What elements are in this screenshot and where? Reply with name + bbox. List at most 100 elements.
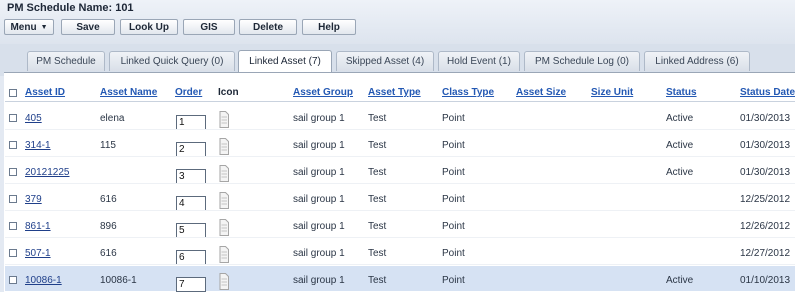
asset-id-cell[interactable]: 507-1	[25, 248, 51, 259]
asset-type-cell: Test	[368, 140, 387, 151]
asset-id-cell[interactable]: 379	[25, 194, 42, 205]
column-header-status[interactable]: Status	[666, 87, 697, 98]
menu-button[interactable]: Menu ▼	[4, 19, 54, 35]
asset-type-cell: Test	[368, 221, 387, 232]
chevron-down-icon: ▼	[40, 23, 48, 31]
row-checkbox[interactable]	[9, 141, 17, 149]
asset-name-cell: elena	[100, 113, 125, 124]
row-divider	[5, 264, 795, 265]
document-icon[interactable]	[219, 138, 229, 155]
asset-name-cell: 896	[100, 221, 117, 232]
column-header-asset-type[interactable]: Asset Type	[368, 87, 421, 98]
tab-pm-schedule-log[interactable]: PM Schedule Log (0)	[524, 51, 640, 71]
asset-group-cell: sail group 1	[293, 167, 345, 178]
tab-hold-event[interactable]: Hold Event (1)	[438, 51, 520, 71]
class-type-cell: Point	[442, 167, 465, 178]
header-divider	[5, 101, 795, 102]
row-checkbox[interactable]	[9, 249, 17, 257]
order-input[interactable]	[176, 142, 206, 157]
table-row[interactable]	[5, 212, 795, 238]
row-divider	[5, 210, 795, 211]
column-header-asset-group[interactable]: Asset Group	[293, 87, 353, 98]
help-button[interactable]: Help	[302, 19, 356, 35]
delete-button[interactable]: Delete	[239, 19, 297, 35]
asset-type-cell: Test	[368, 248, 387, 259]
tab-linked-asset[interactable]: Linked Asset (7)	[238, 50, 332, 72]
tab-linked-address[interactable]: Linked Address (6)	[644, 51, 750, 71]
asset-name-cell: 115	[100, 140, 116, 151]
column-header-asset-name[interactable]: Asset Name	[100, 87, 157, 98]
page-title: PM Schedule Name: 101	[7, 2, 134, 14]
document-icon[interactable]	[219, 219, 229, 236]
asset-name-cell: 616	[100, 194, 117, 205]
asset-name-cell: 10086-1	[100, 275, 137, 286]
asset-id-cell[interactable]: 314-1	[25, 140, 51, 151]
asset-type-cell: Test	[368, 113, 387, 124]
column-header-asset-id[interactable]: Asset ID	[25, 87, 65, 98]
order-input[interactable]	[176, 277, 206, 292]
asset-group-cell: sail group 1	[293, 248, 345, 259]
column-header-icon: Icon	[218, 87, 239, 98]
status-date-cell: 12/26/2012	[740, 221, 791, 232]
class-type-cell: Point	[442, 275, 465, 286]
row-checkbox[interactable]	[9, 222, 17, 230]
row-divider	[5, 183, 795, 184]
asset-id-cell[interactable]: 861-1	[25, 221, 51, 232]
row-checkbox[interactable]	[9, 168, 17, 176]
table-row[interactable]	[5, 185, 795, 211]
status-cell: Active	[666, 140, 694, 151]
tab-skipped-asset[interactable]: Skipped Asset (4)	[336, 51, 434, 71]
table-row[interactable]	[5, 239, 795, 265]
row-divider	[5, 156, 795, 157]
document-icon[interactable]	[219, 111, 229, 128]
column-header-size-unit[interactable]: Size Unit	[591, 87, 633, 98]
asset-type-cell: Test	[368, 275, 387, 286]
class-type-cell: Point	[442, 248, 465, 259]
asset-group-cell: sail group 1	[293, 194, 345, 205]
tab-pm-schedule[interactable]: PM Schedule	[27, 51, 105, 71]
status-date-cell: 01/30/2013	[740, 140, 791, 151]
row-divider	[5, 237, 795, 238]
order-input[interactable]	[176, 169, 206, 184]
document-icon[interactable]	[219, 192, 229, 209]
class-type-cell: Point	[442, 221, 465, 232]
document-icon[interactable]	[219, 246, 229, 263]
menu-button-label: Menu	[10, 21, 37, 33]
status-date-cell: 12/27/2012	[740, 248, 791, 259]
column-header-order[interactable]: Order	[175, 87, 202, 98]
lookup-button[interactable]: Look Up	[120, 19, 178, 35]
column-header-status-date[interactable]: Status Date	[740, 87, 795, 98]
row-divider	[5, 129, 795, 130]
asset-id-cell[interactable]: 10086-1	[25, 275, 62, 286]
asset-group-cell: sail group 1	[293, 113, 345, 124]
tab-linked-quick-query[interactable]: Linked Quick Query (0)	[109, 51, 235, 71]
gis-button[interactable]: GIS	[183, 19, 235, 35]
status-cell: Active	[666, 113, 694, 124]
asset-group-cell: sail group 1	[293, 140, 345, 151]
status-date-cell: 01/10/2013	[740, 275, 791, 286]
row-checkbox[interactable]	[9, 276, 17, 284]
document-icon[interactable]	[219, 165, 229, 182]
class-type-cell: Point	[442, 140, 465, 151]
row-checkbox[interactable]	[9, 195, 17, 203]
order-input[interactable]	[176, 196, 206, 211]
class-type-cell: Point	[442, 194, 465, 205]
column-header-asset-size[interactable]: Asset Size	[516, 87, 566, 98]
status-date-cell: 01/30/2013	[740, 167, 791, 178]
status-cell: Active	[666, 167, 694, 178]
save-button[interactable]: Save	[61, 19, 115, 35]
order-input[interactable]	[176, 115, 206, 130]
asset-type-cell: Test	[368, 194, 387, 205]
asset-type-cell: Test	[368, 167, 387, 178]
column-header-class-type[interactable]: Class Type	[442, 87, 494, 98]
row-checkbox[interactable]	[9, 114, 17, 122]
asset-group-cell: sail group 1	[293, 275, 345, 286]
select-all-checkbox[interactable]	[9, 89, 17, 97]
page-header: PM Schedule Name: 101 Menu ▼ Save Look U…	[0, 0, 795, 44]
order-input[interactable]	[176, 250, 206, 265]
asset-id-cell[interactable]: 405	[25, 113, 42, 124]
order-input[interactable]	[176, 223, 206, 238]
asset-id-cell[interactable]: 20121225	[25, 167, 70, 178]
class-type-cell: Point	[442, 113, 465, 124]
document-icon[interactable]	[219, 273, 229, 290]
